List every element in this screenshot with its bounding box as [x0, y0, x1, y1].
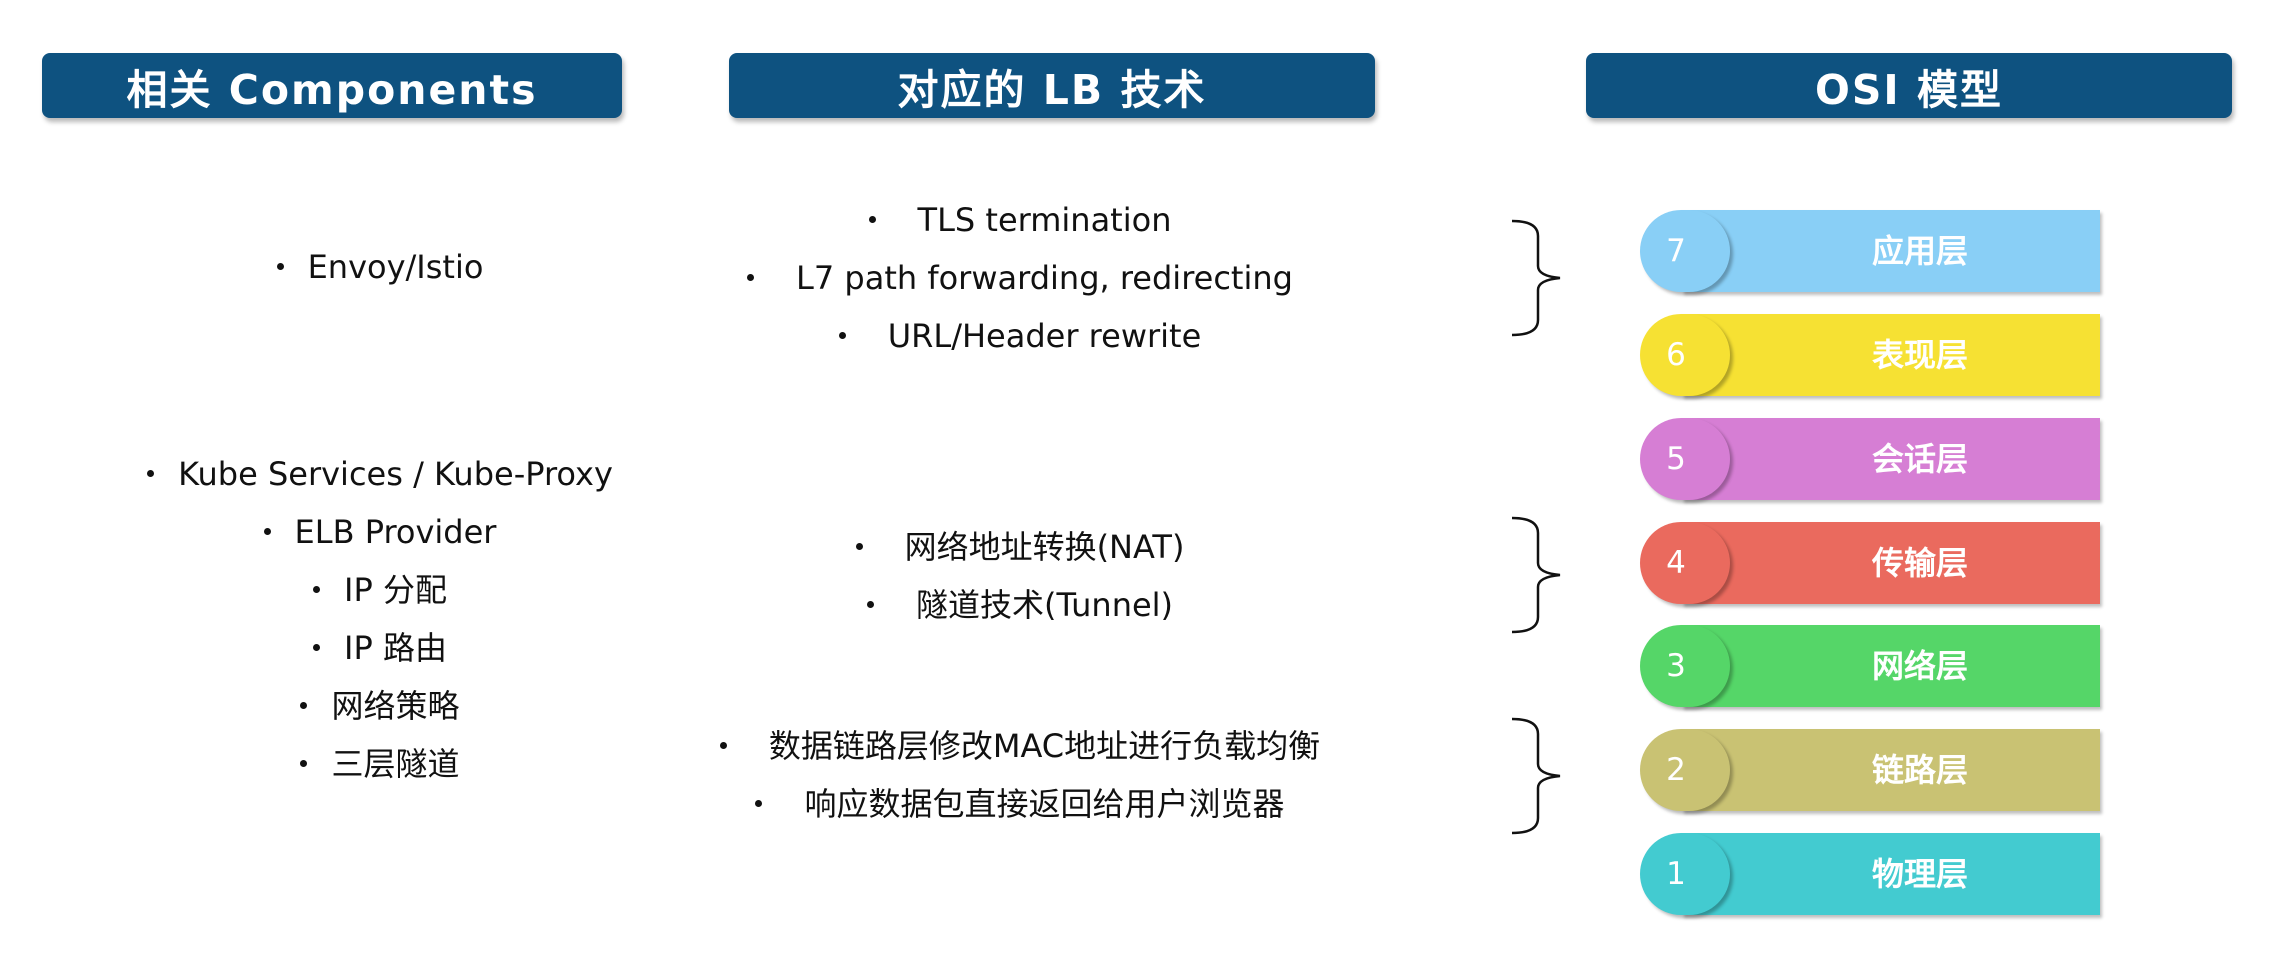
lb-technology-header: 对应的 LB 技术 [729, 53, 1375, 118]
osi-layer-1: 1 物理层 [1640, 833, 2100, 917]
list-item: Envoy/Istio [40, 238, 720, 296]
bullet-icon [147, 469, 155, 477]
bullet-icon [300, 759, 308, 767]
list-item: 数据链路层修改MAC地址进行负载均衡 [690, 717, 1350, 775]
bullet-icon [868, 215, 876, 223]
curly-brace-icon [1511, 516, 1561, 634]
layer-name: 物理层 [1871, 855, 1968, 893]
list-item-text: 网络策略 [331, 687, 460, 725]
lb-list-l7: TLS termination L7 path forwarding, redi… [690, 191, 1350, 365]
layer-name: 会话层 [1871, 440, 1968, 478]
bullet-icon [838, 331, 846, 339]
list-item-text: IP 分配 [344, 571, 447, 609]
bullet-icon [313, 643, 321, 651]
layer-name: 网络层 [1871, 647, 1968, 685]
list-item-text: 数据链路层修改MAC地址进行负载均衡 [768, 727, 1321, 765]
layer-number: 6 [1666, 337, 1686, 373]
osi-layer-2: 2 链路层 [1640, 729, 2100, 813]
bullet-icon [263, 527, 271, 535]
list-item-text: 响应数据包直接返回给用户浏览器 [804, 785, 1285, 823]
list-item: ELB Provider [40, 503, 720, 561]
layer-number: 5 [1666, 441, 1686, 477]
list-item: TLS termination [690, 191, 1350, 249]
list-item: 三层隧道 [40, 735, 720, 793]
list-item-text: 网络地址转换(NAT) [904, 528, 1185, 566]
components-header: 相关 Components [42, 53, 622, 118]
layer-number: 4 [1666, 545, 1686, 581]
bullet-icon [719, 741, 727, 749]
list-item-text: L7 path forwarding, redirecting [796, 259, 1293, 297]
list-item: 响应数据包直接返回给用户浏览器 [690, 775, 1350, 833]
list-item-text: Kube Services / Kube-Proxy [178, 455, 613, 493]
list-item-text: URL/Header rewrite [887, 317, 1202, 355]
list-item: IP 分配 [40, 561, 720, 619]
layer-name: 传输层 [1871, 544, 1968, 582]
list-item-text: 隧道技术(Tunnel) [915, 586, 1174, 624]
bullet-icon [313, 585, 321, 593]
list-item: 隧道技术(Tunnel) [690, 576, 1350, 634]
curly-brace-icon [1511, 219, 1561, 337]
osi-layer-3: 3 网络层 [1640, 625, 2100, 709]
osi-model-header: OSI 模型 [1586, 53, 2232, 118]
osi-layer-6: 6 表现层 [1640, 314, 2100, 398]
curly-brace-icon [1511, 717, 1561, 835]
list-item-text: Envoy/Istio [307, 248, 484, 286]
list-item-text: ELB Provider [294, 513, 497, 551]
list-item: IP 路由 [40, 619, 720, 677]
list-item: URL/Header rewrite [690, 307, 1350, 365]
layer-name: 链路层 [1871, 751, 1968, 789]
layer-number: 2 [1666, 752, 1686, 788]
layer-number: 7 [1666, 233, 1686, 269]
layer-number: 3 [1666, 648, 1686, 684]
osi-layer-5: 5 会话层 [1640, 418, 2100, 502]
list-item-text: TLS termination [917, 201, 1172, 239]
layer-name: 应用层 [1871, 232, 1968, 270]
lb-list-l3-l4: 网络地址转换(NAT) 隧道技术(Tunnel) [690, 518, 1350, 634]
components-list-l7: Envoy/Istio [40, 238, 720, 296]
layer-name: 表现层 [1871, 336, 1968, 374]
bullet-icon [855, 542, 863, 550]
bullet-icon [300, 701, 308, 709]
bullet-icon [276, 262, 284, 270]
bullet-icon [866, 600, 874, 608]
list-item: Kube Services / Kube-Proxy [40, 445, 720, 503]
osi-layer-4: 4 传输层 [1640, 522, 2100, 606]
bullet-icon [747, 273, 755, 281]
list-item-text: IP 路由 [344, 629, 447, 667]
osi-layer-7: 7 应用层 [1640, 210, 2100, 294]
components-list-l3-l4: Kube Services / Kube-Proxy ELB Provider … [40, 445, 720, 793]
layer-number: 1 [1666, 856, 1686, 892]
list-item-text: 三层隧道 [331, 745, 460, 783]
bullet-icon [755, 799, 763, 807]
list-item: L7 path forwarding, redirecting [690, 249, 1350, 307]
lb-list-l2: 数据链路层修改MAC地址进行负载均衡 响应数据包直接返回给用户浏览器 [690, 717, 1350, 833]
list-item: 网络策略 [40, 677, 720, 735]
list-item: 网络地址转换(NAT) [690, 518, 1350, 576]
